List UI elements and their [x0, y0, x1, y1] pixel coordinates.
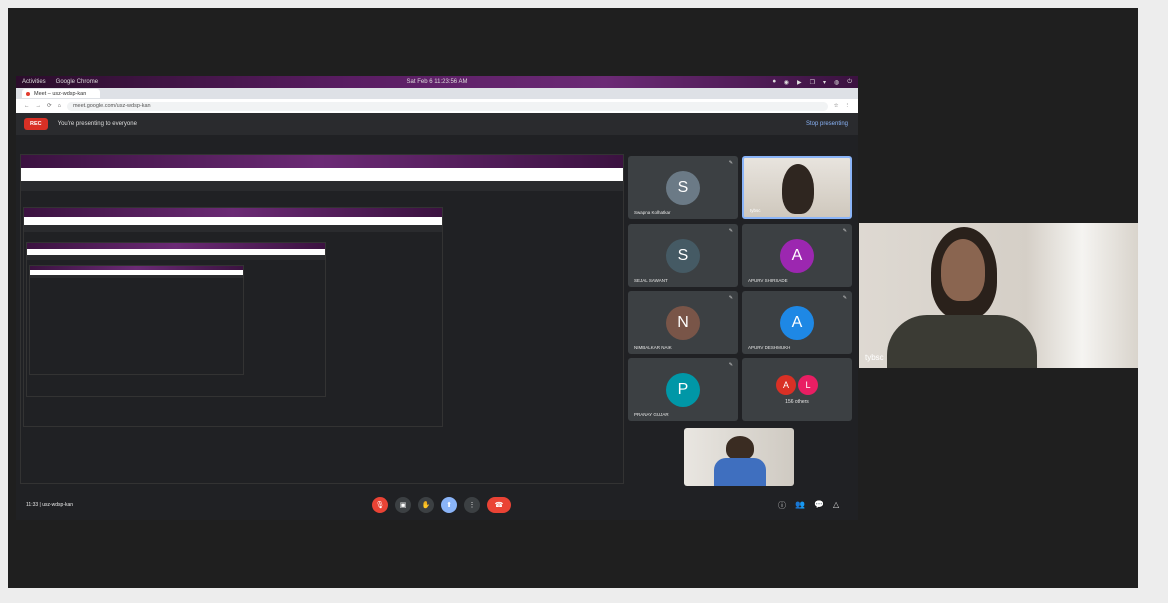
mic-button[interactable]: 🎙	[372, 497, 388, 513]
recursive-screen-level-2	[23, 207, 443, 427]
end-call-icon: ☎	[494, 502, 504, 509]
shared-screen: Activities Google Chrome Sat Feb 6 11:23…	[16, 76, 858, 520]
presenting-message: You're presenting to everyone	[57, 121, 137, 127]
tray-window-icon[interactable]: ❐	[810, 79, 815, 86]
participant-tile[interactable]: ✎ N NIMBALKAR NAIK	[628, 291, 738, 354]
browser-tab-strip: Meet – usz-wdsp-kan	[16, 88, 858, 99]
participant-name: Swapna Kolhatkar	[634, 210, 671, 215]
camera-icon: ▣	[399, 502, 407, 509]
mic-off-icon: 🎙	[375, 502, 385, 509]
avatar: S	[666, 238, 700, 273]
mic-muted-icon: ✎	[842, 295, 847, 301]
app-menu[interactable]: Google Chrome	[56, 79, 98, 85]
url-text: meet.google.com/usz-wdsp-kan	[72, 103, 151, 109]
participant-tile-presenter[interactable]: tybsc	[742, 156, 852, 219]
people-icon[interactable]: 👥	[795, 500, 805, 511]
info-icon[interactable]: ⓘ	[778, 500, 786, 511]
reload-icon[interactable]: ⟳	[47, 103, 52, 109]
self-camera-view: tybsc	[859, 223, 1138, 368]
mic-muted-icon: ✎	[842, 228, 847, 234]
forward-icon[interactable]: →	[36, 103, 42, 109]
self-camera-body	[887, 315, 1037, 368]
activities-button[interactable]: Activities	[22, 79, 46, 85]
avatar: A	[776, 374, 796, 395]
leave-call-button[interactable]: ☎	[487, 497, 511, 513]
bookmark-icon[interactable]: ☆	[834, 103, 839, 109]
participant-tile[interactable]: ✎ A APURV SHIRSADE	[742, 224, 852, 287]
present-icon: ⬆	[446, 502, 452, 509]
system-clock[interactable]: Sat Feb 6 11:23:56 AM	[407, 79, 468, 85]
tray-play-icon[interactable]: ▶	[797, 79, 802, 86]
recursive-screen-level-1	[20, 154, 624, 484]
participant-name: tybsc	[750, 208, 761, 213]
presenter-video	[782, 164, 814, 214]
activities-icon[interactable]: △	[833, 500, 839, 511]
participant-name: PRANAY GUJAR	[634, 412, 669, 417]
presenting-banner: REC You're presenting to everyone Stop p…	[16, 113, 858, 135]
more-icon: ⋮	[468, 502, 476, 509]
tray-power-icon[interactable]: ⏻	[847, 79, 852, 86]
hand-icon: ✋	[421, 502, 431, 509]
recording-dot-icon	[26, 91, 30, 96]
others-tile[interactable]: A L 156 others	[742, 358, 852, 421]
system-top-bar: Activities Google Chrome Sat Feb 6 11:23…	[16, 76, 858, 88]
self-preview-tile[interactable]	[684, 428, 794, 486]
more-options-button[interactable]: ⋮	[464, 497, 480, 513]
participant-name: APURV SHIRSADE	[748, 278, 788, 283]
stop-presenting-button[interactable]: Stop presenting	[806, 121, 848, 127]
tray-volume-icon[interactable]: ◍	[834, 79, 839, 86]
participant-tile[interactable]: ✎ S SEJAL SAWANT	[628, 224, 738, 287]
avatar: A	[780, 305, 814, 340]
meeting-side-icons: ⓘ 👥 💬 △	[778, 500, 839, 511]
participant-name: SEJAL SAWANT	[634, 278, 668, 283]
self-camera-face	[941, 239, 985, 301]
others-count: 156 others	[785, 398, 809, 405]
recursive-screen-level-4	[29, 265, 244, 375]
avatar: L	[798, 374, 818, 395]
avatar: N	[666, 305, 700, 340]
browser-toolbar: ← → ⟳ ⌂ meet.google.com/usz-wdsp-kan ☆ ⋮	[16, 99, 858, 113]
mic-muted-icon: ✎	[728, 362, 733, 368]
meeting-window: Activities Google Chrome Sat Feb 6 11:23…	[8, 8, 1138, 588]
others-avatars: A L	[776, 374, 818, 395]
meeting-time-code: 11:33 | usz-wdsp-kan	[26, 502, 74, 508]
rec-badge[interactable]: REC	[24, 118, 48, 130]
participant-name: APURV DESHMUKH	[748, 345, 791, 350]
tray-network-icon[interactable]: ▾	[823, 79, 826, 86]
call-controls: 🎙 ▣ ✋ ⬆ ⋮ ☎	[372, 497, 511, 513]
back-icon[interactable]: ←	[24, 103, 30, 109]
tray-record-icon[interactable]: ⏺	[773, 79, 776, 86]
camera-button[interactable]: ▣	[395, 497, 411, 513]
participant-tile[interactable]: ✎ A APURV DESHMUKH	[742, 291, 852, 354]
system-tray: ⏺ ◉ ▶ ❐ ▾ ◍ ⏻	[773, 79, 852, 86]
recursive-screen-level-3	[26, 242, 326, 397]
browser-tab-meet[interactable]: Meet – usz-wdsp-kan	[22, 89, 101, 98]
address-bar[interactable]: meet.google.com/usz-wdsp-kan	[66, 101, 828, 111]
tray-screencast-icon[interactable]: ◉	[784, 79, 789, 86]
self-view-label: tybsc	[865, 353, 884, 362]
home-icon[interactable]: ⌂	[58, 103, 61, 109]
avatar: S	[666, 170, 700, 205]
mic-muted-icon: ✎	[728, 295, 733, 301]
avatar: P	[666, 372, 700, 407]
participant-tile[interactable]: ✎ P PRANAY GUJAR	[628, 358, 738, 421]
chat-icon[interactable]: 💬	[814, 500, 824, 511]
avatar: A	[780, 238, 814, 273]
self-video	[726, 436, 754, 460]
raise-hand-button[interactable]: ✋	[418, 497, 434, 513]
mic-muted-icon: ✎	[728, 160, 733, 166]
mic-muted-icon: ✎	[728, 228, 733, 234]
present-button[interactable]: ⬆	[441, 497, 457, 513]
tab-title: Meet – usz-wdsp-kan	[34, 90, 87, 97]
self-shirt	[714, 458, 766, 486]
participant-tile[interactable]: ✎ S Swapna Kolhatkar	[628, 156, 738, 219]
participant-name: NIMBALKAR NAIK	[634, 345, 672, 350]
browser-menu-icon[interactable]: ⋮	[845, 103, 851, 109]
